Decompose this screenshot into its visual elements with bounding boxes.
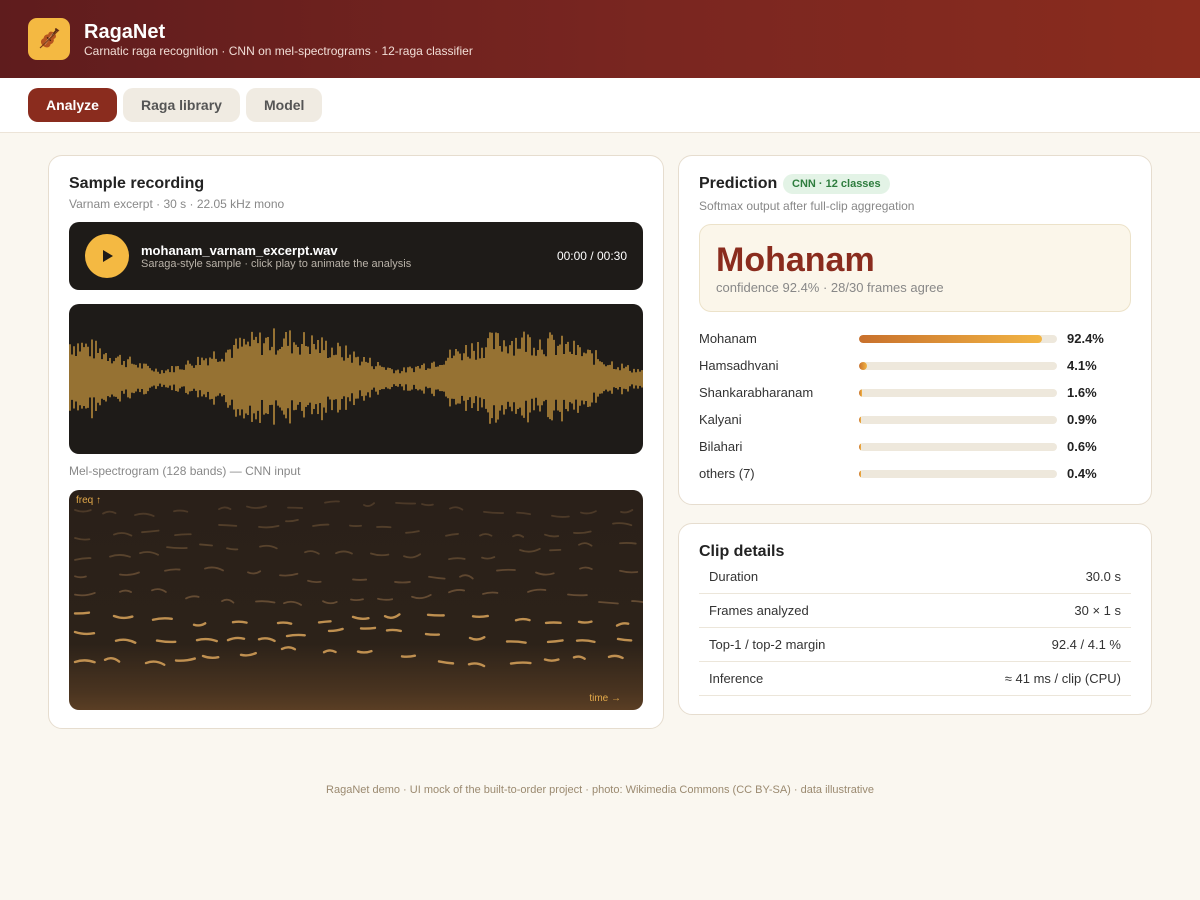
app-logo (28, 18, 70, 60)
tab-analyze[interactable]: Analyze (28, 88, 117, 122)
detail-value: ≈ 41 ms / clip (CPU) (1004, 671, 1121, 686)
waveform-plot (69, 328, 643, 425)
freq-axis-label: freq ↑ (76, 495, 102, 506)
prob-row: others (7) 0.4% (699, 464, 1111, 484)
prob-bar-fill (859, 335, 1042, 343)
prob-bar-fill (859, 362, 868, 370)
prob-bar (859, 362, 1057, 370)
top-confidence: confidence 92.4% · 28/30 frames agree (716, 280, 944, 295)
play-icon (103, 250, 113, 262)
detail-key: Duration (709, 569, 759, 584)
model-badge: CNN · 12 classes (783, 174, 890, 194)
detail-key: Inference (709, 671, 764, 686)
spectrogram-plot (73, 500, 643, 668)
prob-bar (859, 470, 1057, 478)
clip-details-card: Clip details Duration 30.0 s Frames anal… (678, 523, 1152, 715)
sample-title: Sample recording (69, 175, 205, 192)
prob-value: 4.1% (1067, 358, 1097, 373)
sample-subtitle: Varnam excerpt · 30 s · 22.05 kHz mono (69, 197, 285, 211)
prob-value: 92.4% (1067, 331, 1104, 346)
app-subtitle: Carnatic raga recognition · CNN on mel-s… (84, 44, 473, 58)
prob-row: Shankarabharanam 1.6% (699, 383, 1111, 403)
prediction-title: Prediction (699, 175, 778, 192)
detail-row: Inference ≈ 41 ms / clip (CPU) (699, 662, 1131, 696)
footer-note: RagaNet demo · UI mock of the built-to-o… (326, 784, 874, 796)
prob-name: others (7) (699, 466, 755, 481)
prediction-subtitle: Softmax output after full-clip aggregati… (699, 199, 915, 213)
play-button[interactable] (85, 234, 129, 278)
violin-icon (39, 28, 60, 49)
detail-key: Top-1 / top-2 margin (709, 637, 826, 652)
tab-bar: Analyze Raga library Model (0, 78, 1200, 133)
mel-spectrogram: freq ↑ time → (69, 490, 643, 710)
prob-name: Kalyani (699, 412, 742, 427)
prob-name: Bilahari (699, 439, 743, 454)
top-prediction: Mohanam confidence 92.4% · 28/30 frames … (699, 224, 1131, 312)
prob-bar-fill (859, 443, 861, 451)
prob-value: 0.4% (1067, 466, 1097, 481)
prob-row: Mohanam 92.4% (699, 329, 1111, 349)
tab-raga-library[interactable]: Raga library (123, 88, 240, 122)
prob-name: Hamsadhvani (699, 358, 779, 373)
tab-model[interactable]: Model (246, 88, 322, 122)
detail-value: 30 × 1 s (1074, 603, 1121, 618)
sample-recording-card: Sample recording Varnam excerpt · 30 s ·… (48, 155, 664, 729)
audio-player: mohanam_varnam_excerpt.wav Saraga-style … (69, 222, 643, 290)
detail-row: Top-1 / top-2 margin 92.4 / 4.1 % (699, 628, 1131, 662)
prob-name: Shankarabharanam (699, 385, 814, 400)
prob-bar (859, 335, 1057, 343)
file-name: mohanam_varnam_excerpt.wav (141, 243, 338, 258)
prediction-card: Prediction CNN · 12 classes Softmax outp… (678, 155, 1152, 505)
detail-value: 30.0 s (1085, 569, 1121, 584)
playback-time: 00:00 / 00:30 (556, 249, 627, 263)
prob-bar (859, 389, 1057, 397)
detail-key: Frames analyzed (709, 603, 809, 618)
prob-row: Kalyani 0.9% (699, 410, 1111, 430)
prob-row: Hamsadhvani 4.1% (699, 356, 1111, 376)
prob-row: Bilahari 0.6% (699, 437, 1111, 457)
waveform (69, 304, 643, 454)
detail-row: Duration 30.0 s (699, 560, 1131, 594)
prob-value: 0.6% (1067, 439, 1097, 454)
prob-bar-fill (859, 470, 861, 478)
app-title: RagaNet (84, 21, 166, 43)
prob-value: 0.9% (1067, 412, 1097, 427)
file-subtitle: Saraga-style sample · click play to anim… (141, 258, 412, 270)
prob-bar-fill (859, 416, 861, 424)
prob-bar (859, 443, 1057, 451)
prob-bar-fill (859, 389, 863, 397)
prob-value: 1.6% (1067, 385, 1097, 400)
detail-row: Frames analyzed 30 × 1 s (699, 594, 1131, 628)
time-axis-label: time → (589, 693, 621, 704)
app-header: RagaNet Carnatic raga recognition · CNN … (0, 0, 1200, 78)
detail-value: 92.4 / 4.1 % (1051, 637, 1121, 652)
prob-bar (859, 416, 1057, 424)
prob-name: Mohanam (699, 331, 757, 346)
spectrogram-label: Mel-spectrogram (128 bands) — CNN input (69, 464, 301, 478)
top-raga-name: Mohanam (716, 241, 875, 279)
details-title: Clip details (699, 543, 785, 560)
